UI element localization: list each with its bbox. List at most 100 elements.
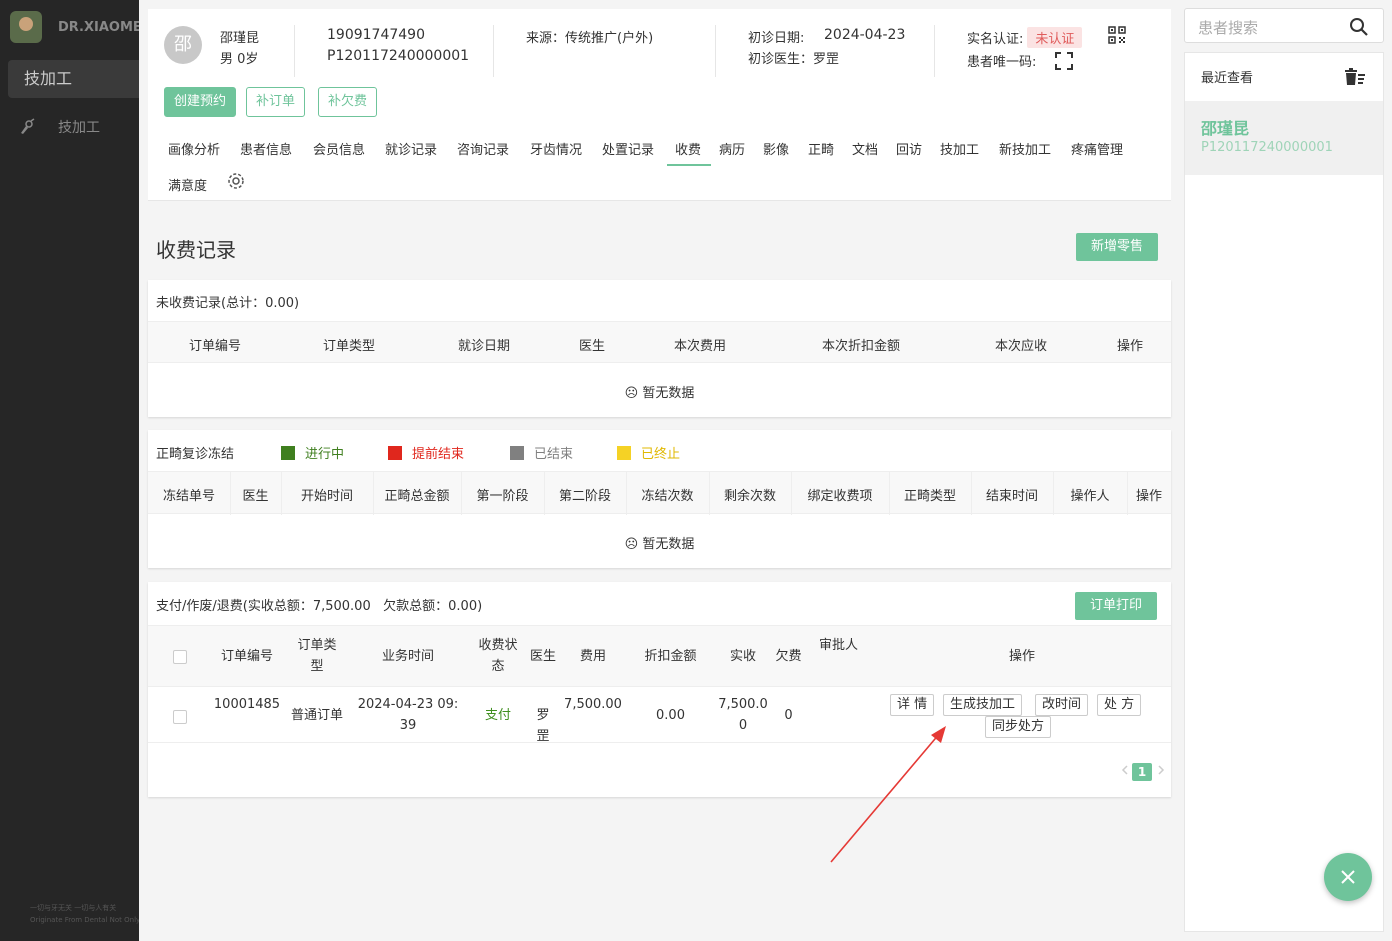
paid-total: 支付/作废/退费(实收总额：7,500.00 <box>156 599 371 614</box>
freeze-table-header: 冻结单号 医生 开始时间 正畸总金额 第一阶段 第二阶段 冻结次数 剩余次数 绑定收费项 正畸类型… <box>148 471 1171 515</box>
detail-button[interactable]: 详 情 <box>890 694 935 716</box>
tab-15[interactable]: 疼痛管理 <box>1071 139 1123 158</box>
legend-label: 已终止 <box>641 447 681 462</box>
column-header: 冻结单号 <box>162 489 215 504</box>
sync-prescription-button[interactable]: 同步处方 <box>985 716 1052 738</box>
supplement-debt-button[interactable]: 补欠费 <box>318 87 378 117</box>
column-header: 订单编号 <box>220 649 273 664</box>
tab-8[interactable]: 病历 <box>719 139 745 158</box>
sidebar-item-label: 技加工 <box>58 120 100 136</box>
freeze-empty: ☹ 暂无数据 <box>148 533 1171 552</box>
tab-13[interactable]: 技加工 <box>940 139 979 158</box>
cell-order_no: 10001485 <box>213 697 281 712</box>
column-divider <box>544 472 545 515</box>
column-header: 结束时间 <box>985 489 1038 504</box>
column-divider <box>461 472 462 515</box>
column-header: 第二阶段 <box>558 489 611 504</box>
patient-gender-age: 男 0岁 <box>220 52 259 67</box>
footer-line-1: 一切与牙无关 一切与人有关 <box>30 904 117 912</box>
tab-1[interactable]: 患者信息 <box>240 139 292 158</box>
column-header: 正畸类型 <box>903 489 956 504</box>
column-header: 业务时间 <box>381 649 434 664</box>
empty-text: 暂无数据 <box>642 386 695 401</box>
tab-0[interactable]: 画像分析 <box>168 139 220 158</box>
tab-6[interactable]: 处置记录 <box>602 139 654 158</box>
legend-swatch <box>617 446 631 460</box>
first-visit-date: 2024-04-23 <box>824 27 906 43</box>
column-header: 操作人 <box>1070 489 1110 504</box>
sidebar-active-item[interactable]: 技加工 <box>8 60 139 98</box>
legend-label: 提前结束 <box>412 447 465 462</box>
legend-swatch <box>388 446 402 460</box>
column-header: 费用 <box>579 649 606 664</box>
tab-active-underline <box>667 164 711 166</box>
row-checkbox[interactable] <box>173 710 187 724</box>
unpaid-table-header: 订单编号 订单类型 就诊日期 医生 本次费用 本次折扣金额 本次应收 操作 <box>148 321 1171 363</box>
search-input[interactable]: 患者搜索 <box>1198 17 1258 38</box>
tab-2[interactable]: 会员信息 <box>313 139 365 158</box>
freeze-title: 正畸复诊冻结 <box>156 447 235 462</box>
close-fab-button[interactable] <box>1324 853 1372 901</box>
clear-history-icon[interactable] <box>1344 68 1366 86</box>
recent-patient-name: 邵瑾昆 <box>1201 119 1250 138</box>
recent-patient-item[interactable]: 邵瑾昆 P120117240000001 <box>1185 101 1383 175</box>
legend-item: 已结束 <box>510 443 573 462</box>
new-retail-button[interactable]: 新增零售 <box>1076 233 1159 261</box>
tab-4[interactable]: 咨询记录 <box>457 139 509 158</box>
change-time-button[interactable]: 改时间 <box>1035 694 1089 716</box>
column-header: 开始时间 <box>300 489 353 504</box>
cell-paid: 7,500.00 <box>718 697 768 733</box>
cell-status: 支付 <box>484 708 511 723</box>
create-appointment-button[interactable]: 创建预约 <box>164 87 237 117</box>
scan-icon[interactable] <box>1055 52 1073 70</box>
tab-12[interactable]: 回访 <box>896 139 922 158</box>
next-page-icon[interactable] <box>1156 764 1166 776</box>
legend-swatch <box>281 446 295 460</box>
tab-16[interactable]: 满意度 <box>168 175 207 194</box>
select-all-checkbox[interactable] <box>173 650 187 664</box>
supplement-order-button[interactable]: 补订单 <box>246 87 306 117</box>
unpaid-title: 未收费记录(总计：0.00) <box>156 296 300 311</box>
app-logo: DR.XIAOMEI <box>10 11 147 43</box>
print-order-button[interactable]: 订单打印 <box>1075 592 1158 620</box>
column-header: 绑定收费项 <box>807 489 873 504</box>
tab-11[interactable]: 文档 <box>852 139 878 158</box>
column-divider <box>1127 472 1128 515</box>
payments-title: 支付/作废/退费(实收总额：7,500.00 欠款总额：0.00) <box>156 595 482 614</box>
prescription-button[interactable]: 处 方 <box>1097 694 1142 716</box>
legend-item: 已终止 <box>617 443 680 462</box>
cell-type: 普通订单 <box>290 708 343 723</box>
tab-9[interactable]: 影像 <box>763 139 789 158</box>
sidebar-footer: 一切与牙无关 一切与人有关 Originate From Dental Not … <box>30 902 139 926</box>
column-divider <box>971 472 972 515</box>
legend-label: 进行中 <box>305 447 345 462</box>
search-icon[interactable] <box>1349 17 1369 37</box>
page-1-button[interactable]: 1 <box>1132 763 1152 781</box>
tab-3[interactable]: 就诊记录 <box>385 139 437 158</box>
recent-patient-id: P120117240000001 <box>1201 140 1333 155</box>
realname-label-text: 实名认证: <box>967 32 1024 47</box>
tab-5[interactable]: 牙齿情况 <box>530 139 582 158</box>
tab-14[interactable]: 新技加工 <box>999 139 1051 158</box>
prev-page-icon[interactable] <box>1120 764 1130 776</box>
column-divider <box>709 472 710 515</box>
gear-icon[interactable] <box>227 172 245 190</box>
legend-item: 提前结束 <box>388 443 464 462</box>
column-header: 操作 <box>1116 339 1143 354</box>
sad-face-icon: ☹ <box>624 386 643 401</box>
tab-7[interactable]: 收费 <box>675 139 701 158</box>
divider <box>493 25 494 77</box>
patient-header: 邵 邵瑾昆 男 0岁 19091747490 P120117240000001 … <box>148 9 1171 201</box>
table-row[interactable]: 10001485 普通订单 2024-04-23 09:39 支付 罗罡 7,500.00… <box>148 687 1171 744</box>
column-header: 医生 <box>242 489 269 504</box>
column-header: 实收 <box>729 649 756 664</box>
column-header: 本次折扣金额 <box>821 339 900 354</box>
logo-text: DR.XIAOMEI <box>58 19 147 35</box>
patient-search[interactable]: 患者搜索 <box>1184 8 1384 43</box>
debt-total: 欠款总额：0.00) <box>383 599 483 614</box>
qr-code-icon[interactable] <box>1108 26 1126 44</box>
tab-10[interactable]: 正畸 <box>808 139 834 158</box>
column-header: 操作 <box>1135 489 1162 504</box>
sidebar-item-lab-work[interactable]: 技加工 <box>18 117 100 137</box>
generate-lab-work-button[interactable]: 生成技加工 <box>943 694 1023 716</box>
